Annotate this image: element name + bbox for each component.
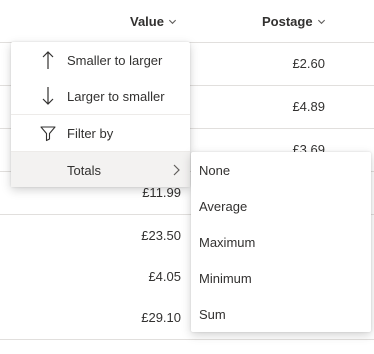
column-header-value-label: Value <box>130 14 164 29</box>
menu-item-sort-descending[interactable]: Larger to smaller <box>11 78 190 114</box>
menu-item-label: Smaller to larger <box>67 53 163 68</box>
totals-option-maximum[interactable]: Maximum <box>191 224 371 260</box>
totals-option-sum[interactable]: Sum <box>191 296 371 332</box>
menu-item-label: Larger to smaller <box>67 89 165 104</box>
cell-value: £11.99 <box>142 185 181 200</box>
chevron-down-icon <box>168 19 177 25</box>
menu-item-filter-by[interactable]: Filter by <box>11 115 190 151</box>
cell-postage: £2.60 <box>292 56 325 71</box>
cell-value: £29.10 <box>141 310 181 325</box>
totals-option-label: None <box>199 163 231 178</box>
column-header-postage-label: Postage <box>262 14 313 29</box>
column-header-value[interactable]: Value <box>130 14 177 29</box>
menu-item-label: Filter by <box>67 126 114 141</box>
arrow-down-icon <box>42 87 54 105</box>
chevron-right-icon <box>173 164 180 176</box>
chevron-down-icon <box>317 19 325 25</box>
column-header-postage[interactable]: Postage <box>262 14 326 29</box>
cell-value: £4.05 <box>148 269 181 284</box>
totals-option-label: Average <box>199 199 248 214</box>
totals-option-average[interactable]: Average <box>191 188 371 224</box>
menu-item-label: Totals <box>67 163 101 178</box>
totals-option-minimum[interactable]: Minimum <box>191 260 371 296</box>
cell-postage: £4.89 <box>292 99 325 114</box>
arrow-up-icon <box>42 51 54 69</box>
cell-value: £23.50 <box>141 228 181 243</box>
totals-submenu: None Average Maximum Minimum Sum <box>191 152 371 332</box>
totals-option-label: Minimum <box>199 271 252 286</box>
menu-item-totals[interactable]: Totals <box>11 152 190 187</box>
menu-item-sort-ascending[interactable]: Smaller to larger <box>11 42 190 78</box>
filter-icon <box>40 126 56 142</box>
totals-option-none[interactable]: None <box>191 152 371 188</box>
table-header: Value Postage <box>0 0 374 43</box>
totals-option-label: Maximum <box>199 235 256 250</box>
column-context-menu: Smaller to larger Larger to smaller Filt… <box>11 42 190 187</box>
totals-option-label: Sum <box>199 307 226 322</box>
